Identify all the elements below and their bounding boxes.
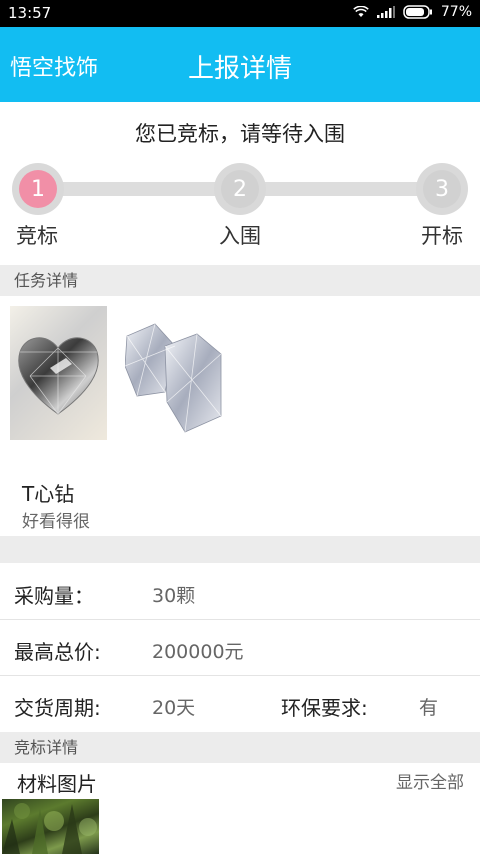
eco-label: 环保要求:: [281, 696, 368, 720]
material-image[interactable]: [2, 799, 99, 854]
quantity-label: 采购量：: [14, 584, 94, 608]
step-3-circle: 3: [416, 163, 468, 215]
bid-status-text: 您已竞标，请等待入围: [135, 122, 345, 146]
diamonds-image[interactable]: [125, 306, 222, 440]
wifi-icon: [353, 6, 369, 18]
step-2-circle: 2: [214, 163, 266, 215]
step-1-circle: 1: [12, 163, 64, 215]
quantity-row: 采购量： 30颗: [0, 564, 480, 620]
max-price-label: 最高总价:: [14, 640, 101, 664]
bid-details-header: 竞标详情: [0, 732, 480, 763]
step-3-label: 开标: [421, 224, 463, 248]
delivery-label: 交货周期:: [14, 696, 101, 720]
product-description: 好看得很: [22, 512, 90, 532]
step-2-number: 2: [221, 170, 259, 208]
page-title: 上报详情: [187, 54, 292, 84]
step-1-number: 1: [19, 170, 57, 208]
task-details-header: 任务详情: [0, 265, 480, 296]
status-time: 13:57: [8, 4, 52, 22]
status-icons: 77%: [353, 4, 472, 20]
status-bar: 13:57 77%: [0, 0, 480, 27]
max-price-row: 最高总价: 200000元: [0, 620, 480, 676]
step-1-label: 竞标: [16, 224, 58, 248]
delivery-row: 交货周期: 20天 环保要求: 有: [0, 676, 480, 732]
show-all-link[interactable]: 显示全部: [396, 768, 464, 793]
max-price-value: 200000元: [152, 641, 244, 663]
heart-diamond-image[interactable]: [10, 306, 107, 440]
bid-progress: 1 竞标 2 入围 3 开标: [0, 158, 480, 248]
quantity-value: 30颗: [152, 585, 196, 607]
app-bar: 悟空找饰 上报详情: [0, 27, 480, 102]
eco-value: 有: [419, 697, 439, 719]
delivery-value: 20天: [152, 697, 196, 719]
battery-icon: [403, 5, 433, 19]
materials-label: 材料图片: [17, 772, 97, 796]
step-3-number: 3: [423, 170, 461, 208]
signal-icon: [376, 6, 395, 18]
battery-percent: 77%: [440, 4, 472, 20]
product-image-list: [10, 306, 222, 440]
step-2-label: 入围: [219, 224, 261, 248]
section-divider: [0, 536, 480, 563]
product-name: T心钻: [22, 482, 75, 506]
